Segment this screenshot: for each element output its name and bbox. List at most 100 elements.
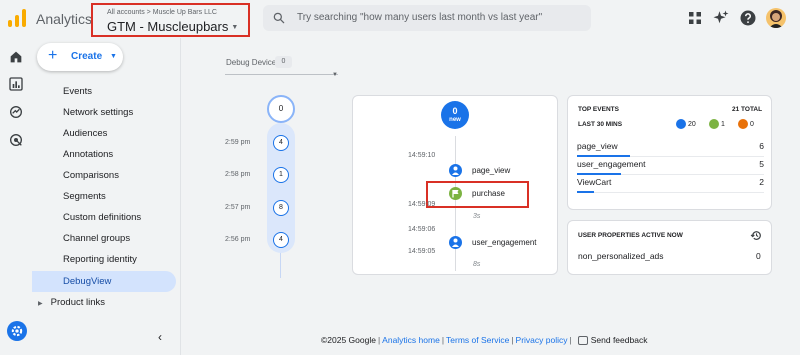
property-name: GTM - Muscleupbars [107,19,229,34]
sidebar-item-events[interactable]: Events [32,81,176,102]
top-event-name: user_engagement [577,159,646,169]
footer-separator: | [377,335,381,345]
top-event-count: 5 [759,159,764,169]
top-event-row[interactable]: page_view 6 [577,139,764,157]
sidebar-item-label: Channel groups [63,233,131,244]
sidebar-item-debugview[interactable]: DebugView [32,271,176,292]
apps-grid-icon[interactable] [686,9,704,27]
standard-events-count: 20 [676,119,696,129]
debug-device-count: 0 [275,56,292,68]
top-events-title: TOP EVENTS [578,106,619,113]
sidebar-item-custom-definitions[interactable]: Custom definitions [32,207,176,228]
product-links-label: Product links [50,297,106,308]
sparkle-icon[interactable] [712,9,730,27]
debug-device-select[interactable] [225,74,338,75]
flag-icon [709,119,719,129]
event-person-icon[interactable] [449,236,462,249]
minute-event-count[interactable]: 8 [273,200,289,216]
advertising-icon[interactable] [8,132,24,148]
sidebar-item-comparisons[interactable]: Comparisons [32,165,176,186]
warning-icon [738,119,748,129]
create-button-label: Create [71,51,103,62]
send-feedback-link[interactable]: Send feedback [591,335,648,345]
event-flag-icon[interactable] [449,187,462,200]
avatar[interactable] [766,8,786,28]
property-selector[interactable]: GTM - Muscleupbars ▼ [107,19,238,34]
debug-device-label: Debug Device [226,58,277,67]
event-time: 14:59:05 [408,248,436,255]
top-event-row[interactable]: ViewCart 2 [577,175,764,193]
account-breadcrumb[interactable]: All accounts > Muscle Up Bars LLC [107,9,217,16]
top-event-row[interactable]: user_engagement 5 [577,157,764,175]
home-icon[interactable] [8,49,24,65]
admin-settings-button[interactable] [7,321,27,341]
minute-time: 2:58 pm [225,171,251,178]
admin-sidebar: + Create ▼ Events Network settings Audienc… [32,38,180,355]
user-property-value: 0 [756,251,761,261]
explore-icon[interactable] [8,104,24,120]
top-events-subtitle: LAST 30 MINS [578,121,623,128]
privacy-link[interactable]: Privacy policy [516,335,568,345]
top-event-count: 2 [759,177,764,187]
sidebar-item-label: Network settings [63,107,134,118]
expand-triangle-icon: ▶ [38,301,43,307]
sidebar-item-channel-groups[interactable]: Channel groups [32,228,176,249]
analytics-home-link[interactable]: Analytics home [382,335,440,345]
product-links-toggle[interactable]: ▶ Product links [38,297,105,308]
sidebar-item-label: Comparisons [63,170,119,181]
event-gap: 8s [473,261,481,268]
minute-time: 2:56 pm [225,236,251,243]
sidebar-item-network-settings[interactable]: Network settings [32,102,176,123]
chevron-down-icon[interactable]: ▼ [332,72,338,78]
top-event-name: page_view [577,141,618,151]
conversion-events-count: 1 [709,119,725,129]
minute-event-count[interactable]: 4 [273,232,289,248]
footer-separator: | [511,335,514,345]
history-icon[interactable] [750,229,763,242]
sidebar-item-label: Custom definitions [63,212,142,223]
footer-separator: | [569,335,572,345]
user-properties-card: USER PROPERTIES ACTIVE NOW non_personali… [567,220,772,275]
sidebar-item-label: Audiences [63,128,108,139]
terms-link[interactable]: Terms of Service [446,335,509,345]
new-events-count: 0 [452,106,458,116]
stat-value: 0 [750,120,754,128]
event-label-user-engagement[interactable]: user_engagement [472,238,537,247]
minute-event-count[interactable]: 4 [273,135,289,151]
top-events-total: 21 TOTAL [732,106,763,113]
stat-value: 1 [721,120,725,128]
chevron-down-icon: ▼ [231,24,239,32]
feedback-icon [577,336,588,346]
user-property-name[interactable]: non_personalized_ads [578,251,664,261]
new-events-bubble[interactable]: 0 new [441,101,469,129]
search-input[interactable]: Try searching "how many users last month… [297,12,542,23]
help-icon[interactable] [739,9,757,27]
sidebar-item-segments[interactable]: Segments [32,186,176,207]
search-bar[interactable]: Try searching "how many users last month… [263,5,591,31]
event-person-icon[interactable] [449,164,462,177]
left-rail [0,38,32,355]
account-picker[interactable]: All accounts > Muscle Up Bars LLC GTM - … [91,3,250,37]
event-time: 14:59:06 [408,226,436,233]
create-button[interactable]: + Create ▼ [37,43,123,71]
event-label-purchase[interactable]: purchase [472,189,505,198]
minutes-current-count[interactable]: 0 [267,95,295,123]
collapse-sidebar-icon[interactable]: ‹ [158,330,162,344]
sidebar-item-annotations[interactable]: Annotations [32,144,176,165]
reports-icon[interactable] [8,76,24,92]
event-time: 14:59:10 [408,152,436,159]
top-event-name: ViewCart [577,177,612,187]
top-event-bar [577,191,594,193]
debugview-main: Debug Device 0 ▼ 0 2:59 pm 4 2:58 pm 1 2:57 … [181,38,800,355]
minute-event-count[interactable]: 1 [273,167,289,183]
sidebar-item-audiences[interactable]: Audiences [32,123,176,144]
analytics-logo[interactable] [8,9,26,27]
sidebar-item-reporting-identity[interactable]: Reporting identity [32,249,176,270]
footer-copyright: ©2025 Google [321,335,376,345]
sidebar-item-label: Events [63,86,93,97]
event-label-page-view[interactable]: page_view [472,166,510,175]
sidebar-item-label: Reporting identity [63,254,137,265]
settings-gear-icon [11,325,23,337]
footer: ©2025 Google | Analytics home | Terms of Ser… [321,335,648,346]
event-gap: 3s [473,213,481,220]
